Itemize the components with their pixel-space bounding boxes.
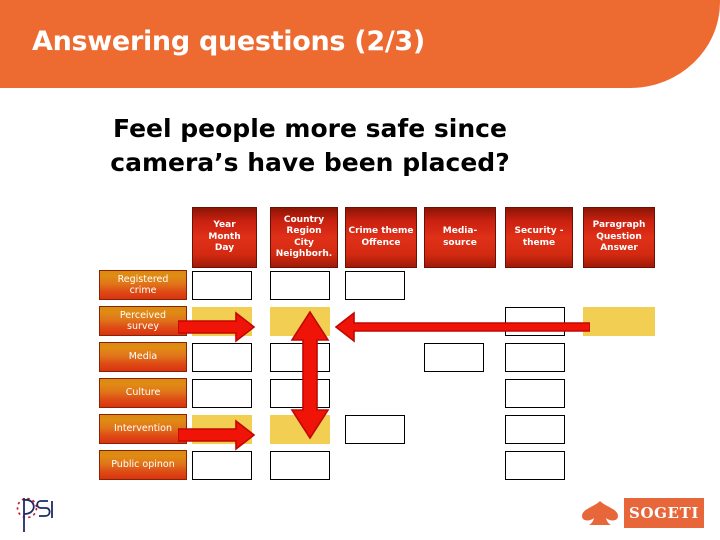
column-header-crime[interactable]: Crime theme Offence <box>345 207 417 268</box>
column-header-label: Year Month Day <box>208 220 241 254</box>
matrix-cell-public-opinon-time[interactable] <box>192 451 252 480</box>
matrix-cell-media-media[interactable] <box>424 343 484 372</box>
column-header-label: Media- source <box>442 226 478 248</box>
column-header-label: Country Region City Neighborh. <box>275 214 333 260</box>
row-header-label: Registered crime <box>117 273 169 297</box>
row-header-label: Media <box>128 351 158 363</box>
column-header-media[interactable]: Media- source <box>424 207 496 268</box>
row-header-intervention[interactable]: Intervention <box>99 414 187 444</box>
column-header-place[interactable]: Country Region City Neighborh. <box>270 207 338 268</box>
sogeti-wordmark-block: SOGETI <box>624 498 704 528</box>
arrow-vertical-double <box>288 310 332 440</box>
matrix-cell-registered-crime-crime[interactable] <box>345 271 405 300</box>
row-header-label: Culture <box>125 387 161 399</box>
row-header-registered-crime[interactable]: Registered crime <box>99 270 187 300</box>
matrix-cell-media-time[interactable] <box>192 343 252 372</box>
ps-logo-icon <box>16 497 53 532</box>
sogeti-wordmark: SOGETI <box>629 504 699 522</box>
matrix-cell-intervention-security[interactable] <box>505 415 565 444</box>
sogeti-spade-icon <box>582 501 618 525</box>
row-header-label: Public opinon <box>111 459 175 471</box>
column-header-label: Security - theme <box>514 226 564 248</box>
row-header-media[interactable]: Media <box>99 342 187 372</box>
matrix-cell-intervention-crime[interactable] <box>345 415 405 444</box>
row-header-perceived-survey[interactable]: Perceived survey <box>99 306 187 336</box>
matrix-cell-registered-crime-time[interactable] <box>192 271 252 300</box>
arrow-perceived-right <box>178 311 256 343</box>
arrow-paragraph-left <box>334 311 590 343</box>
row-header-culture[interactable]: Culture <box>99 378 187 408</box>
matrix-cell-registered-crime-place[interactable] <box>270 271 330 300</box>
arrow-intervention-right <box>178 419 256 451</box>
row-header-label: Perceived survey <box>119 309 167 333</box>
row-header-label: Intervention <box>114 423 172 435</box>
crime-data-matrix: Year Month Day Country Region City Neighb… <box>0 0 720 540</box>
matrix-cell-public-opinon-place[interactable] <box>270 451 330 480</box>
matrix-cell-perceived-survey-paragraph[interactable] <box>583 307 655 336</box>
matrix-cell-culture-time[interactable] <box>192 379 252 408</box>
sogeti-logo: SOGETI <box>578 498 704 530</box>
column-header-security[interactable]: Security - theme <box>505 207 573 268</box>
column-header-paragraph[interactable]: Paragraph Question Answer <box>583 207 655 268</box>
ps-logo <box>8 492 64 536</box>
matrix-cell-culture-security[interactable] <box>505 379 565 408</box>
matrix-cell-media-security[interactable] <box>505 343 565 372</box>
row-header-public-opinon[interactable]: Public opinon <box>99 450 187 480</box>
column-header-label: Crime theme Offence <box>348 226 414 248</box>
column-header-label: Paragraph Question Answer <box>592 220 646 254</box>
matrix-cell-public-opinon-security[interactable] <box>505 451 565 480</box>
column-header-time[interactable]: Year Month Day <box>192 207 257 268</box>
